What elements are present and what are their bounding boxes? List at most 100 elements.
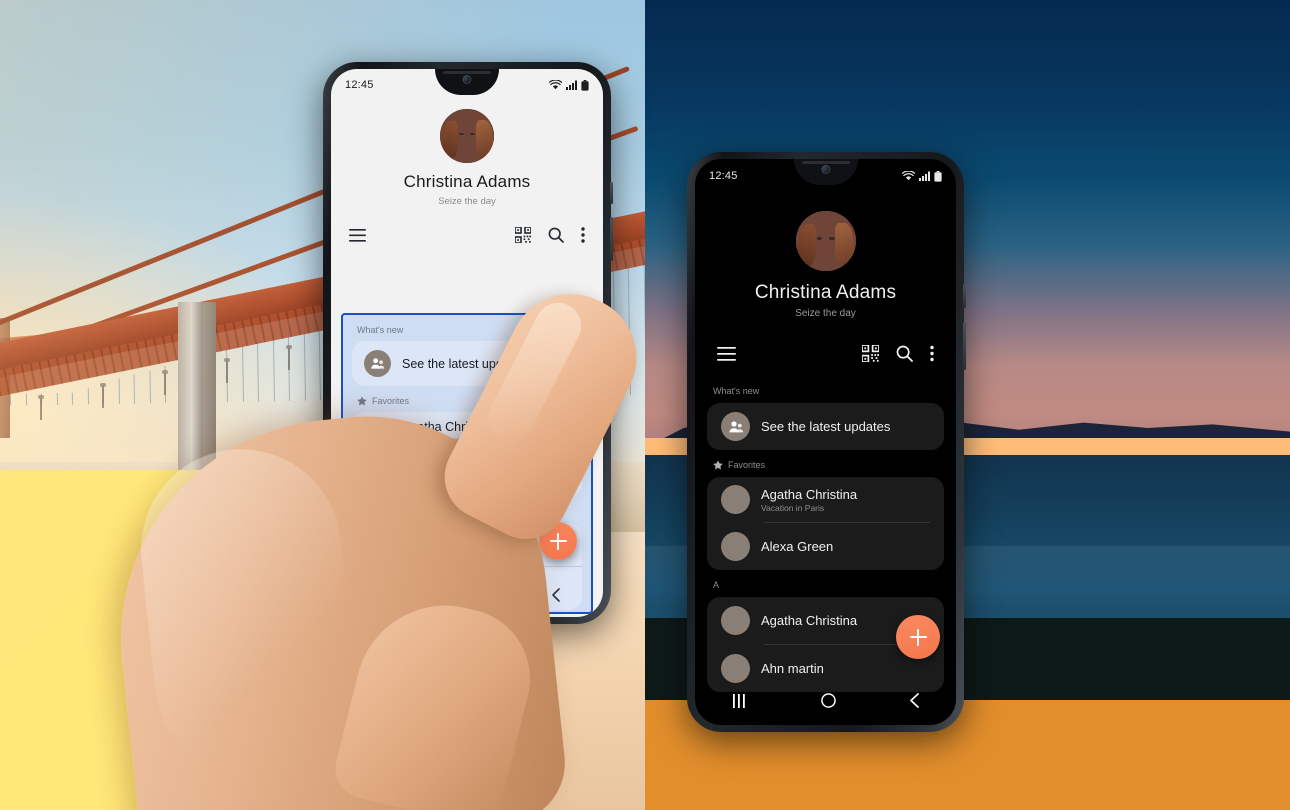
card-whats-new: See the latest updates	[707, 403, 944, 450]
search-icon[interactable]	[548, 227, 564, 243]
star-icon	[357, 396, 367, 406]
status-time: 12:45	[709, 170, 738, 182]
list-item[interactable]: Agatha Christina Vacation in Paris	[707, 477, 944, 522]
contact-status: Vacation in Paris	[402, 435, 466, 445]
add-contact-fab[interactable]	[539, 522, 577, 560]
profile-photo	[440, 109, 494, 163]
status-bar-light: 12:45	[331, 69, 603, 101]
qr-code-icon[interactable]	[515, 227, 531, 243]
list-item[interactable]: Alexa Green	[352, 454, 582, 497]
updates-icon	[721, 412, 750, 441]
plus-icon	[549, 532, 567, 550]
list-item[interactable]: Alexa Green	[707, 523, 944, 570]
toolbar-right-actions	[862, 345, 934, 362]
wifi-icon	[902, 171, 915, 181]
contact-name: Agatha Christina	[761, 486, 858, 502]
section-title: Favorites	[372, 396, 410, 406]
section-title: A	[357, 507, 364, 517]
wifi-icon	[549, 80, 562, 90]
list-item[interactable]: See the latest updates	[352, 341, 582, 386]
selected-screenshot-region[interactable]: What's new See the latest updates Favori…	[341, 313, 593, 614]
profile-status-text: Seize the day	[438, 196, 496, 207]
home-circle-icon[interactable]	[477, 588, 491, 606]
section-label-favorites: Favorites	[695, 450, 956, 477]
app-toolbar-dark	[695, 319, 956, 376]
contact-text: Agatha Christina Vacation in Paris	[761, 487, 857, 513]
page-title: Christina Adams	[403, 172, 531, 191]
star-icon	[713, 460, 723, 470]
page-title: Christina Adams	[754, 282, 897, 303]
phone-light-mode: 12:45 Christina Adams Seize the day What…	[323, 62, 613, 624]
phone-light-power-button[interactable]	[610, 182, 613, 204]
contact-text: Agatha Christina Vacation in Paris	[402, 420, 494, 445]
system-navbar-light	[343, 582, 591, 612]
section-label-whats-new: What's new	[695, 376, 956, 403]
system-navbar-dark	[695, 685, 956, 721]
back-chevron-icon[interactable]	[551, 587, 561, 607]
profile-header-light: Christina Adams Seize the day	[331, 101, 603, 207]
avatar[interactable]	[440, 109, 494, 163]
status-icons	[549, 79, 589, 91]
battery-icon	[581, 79, 589, 91]
card-whats-new: See the latest updates	[352, 341, 582, 386]
list-item-label: See the latest updates	[402, 356, 527, 371]
contact-name: Alexa Green	[761, 539, 834, 554]
list-item[interactable]: See the latest updates	[707, 403, 944, 450]
app-toolbar-light	[331, 207, 603, 254]
back-chevron-icon[interactable]	[909, 693, 920, 713]
more-vertical-icon[interactable]	[581, 227, 585, 243]
profile-header-dark: Christina Adams Seize the day	[695, 193, 956, 319]
contact-name: Alexa Green	[402, 468, 472, 483]
phone-dark-volume-button[interactable]	[963, 322, 966, 370]
status-bar-dark: 12:45	[695, 159, 956, 193]
qr-code-icon[interactable]	[862, 345, 879, 362]
updates-icon	[364, 350, 391, 377]
contact-photo-1	[364, 531, 391, 558]
contact-photo-2	[721, 532, 750, 561]
contact-photo-3	[721, 654, 750, 683]
section-label-a: A	[343, 497, 591, 523]
section-label-a: A	[695, 570, 956, 597]
recents-icon[interactable]	[732, 693, 748, 713]
section-title: Favorites	[728, 460, 766, 470]
signal-bars-icon	[919, 171, 930, 181]
phone-dark-mode: 12:45 Christina Adams Seize the day What…	[687, 152, 966, 732]
profile-status-text: Seize the day	[795, 308, 856, 319]
contact-name: Agatha Christina	[402, 420, 495, 434]
profile-photo	[795, 211, 856, 271]
contact-photo-1	[721, 485, 750, 514]
status-time: 12:45	[345, 79, 374, 91]
contact-photo-1	[364, 419, 391, 446]
contact-name: Agatha Christina	[402, 537, 495, 552]
card-favorites: Agatha Christina Vacation in Paris Alexa…	[352, 412, 582, 497]
section-label-favorites: Favorites	[343, 386, 591, 412]
list-item-label: See the latest updates	[761, 419, 891, 434]
contact-photo-1	[721, 606, 750, 635]
signal-bars-icon	[566, 80, 577, 90]
list-item[interactable]: Agatha Christina Vacation in Paris	[352, 412, 582, 453]
plus-icon	[909, 628, 927, 646]
add-contact-fab[interactable]	[896, 615, 940, 659]
status-icons	[902, 170, 942, 182]
section-title: What's new	[357, 325, 404, 335]
hamburger-menu-icon[interactable]	[349, 228, 366, 242]
search-icon[interactable]	[896, 345, 913, 362]
screenshot-stage: 12:45 Christina Adams Seize the day What…	[0, 0, 1290, 810]
phone-dark-power-button[interactable]	[963, 284, 966, 308]
toolbar-right-actions	[515, 227, 585, 243]
battery-icon	[934, 170, 942, 182]
contact-name: Agatha Christina	[761, 613, 858, 628]
phone-light-volume-button[interactable]	[610, 217, 613, 261]
contact-name: Ahn martin	[761, 661, 824, 676]
section-title: A	[713, 580, 720, 590]
section-title: What's new	[713, 386, 760, 396]
avatar[interactable]	[795, 211, 856, 271]
hamburger-menu-icon[interactable]	[717, 346, 736, 361]
card-favorites: Agatha Christina Vacation in Paris Alexa…	[707, 477, 944, 570]
home-circle-icon[interactable]	[820, 693, 836, 713]
bridge-tower	[178, 302, 216, 477]
phone-dark-screen: 12:45 Christina Adams Seize the day What…	[695, 159, 956, 725]
contact-status: Vacation in Paris	[761, 502, 825, 513]
more-vertical-icon[interactable]	[930, 345, 934, 362]
section-label-whats-new: What's new	[343, 315, 591, 341]
